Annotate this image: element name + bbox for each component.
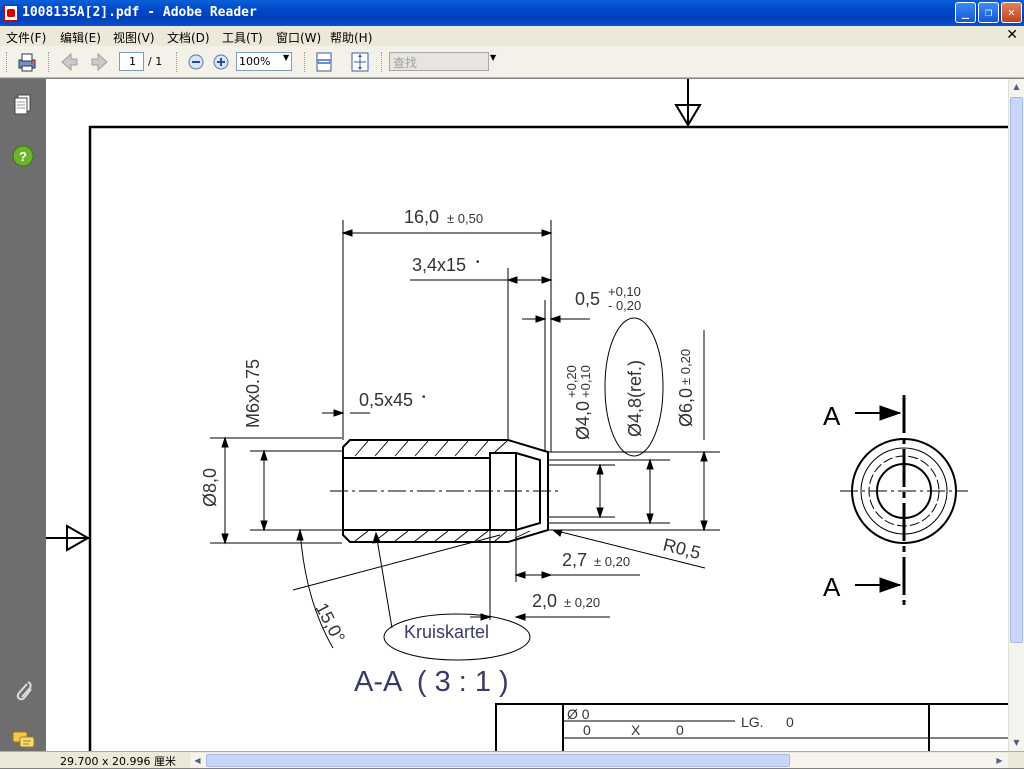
close-button[interactable]: ✕	[1001, 2, 1022, 23]
close-document-icon[interactable]: ✕	[1006, 27, 1018, 43]
dim-bore-tol-plus: +0,20	[564, 365, 579, 398]
titleblock-row-b: 0	[676, 722, 684, 738]
dim-depth2-tol: ± 0,20	[564, 595, 600, 610]
svg-text:?: ?	[19, 149, 27, 164]
dim-dia6: Ø6,0	[676, 388, 696, 427]
dim-angle: 15,0°	[311, 599, 348, 646]
note-knurl: Kruiskartel	[404, 622, 489, 642]
dim-depth1-tol: ± 0,20	[594, 554, 630, 569]
fit-page-icon[interactable]	[349, 51, 371, 73]
adobe-reader-icon	[4, 5, 18, 21]
menu-view[interactable]: 视图(V)	[113, 29, 155, 46]
dim-depth2: 2,0	[532, 591, 557, 611]
status-bar: 29.700 x 20.996 厘米 ◀ ▶	[0, 751, 1024, 768]
find-dropdown-icon[interactable]: ▼	[490, 53, 496, 62]
print-icon[interactable]	[16, 51, 38, 73]
dim-chamfer-top-deg: •	[476, 257, 480, 268]
dim-chamfer-top: 3,4x15	[412, 255, 466, 275]
dim-length: 16,0	[404, 207, 439, 227]
scroll-up-icon[interactable]: ▲	[1009, 79, 1024, 94]
part-section	[210, 220, 720, 661]
dim-groove-tol-minus: - 0,20	[608, 298, 641, 313]
previous-page-icon[interactable]	[58, 51, 80, 73]
vertical-scrollbar[interactable]: ▲ ▼	[1008, 79, 1024, 751]
titleblock-lg-label: LG.	[741, 714, 764, 730]
menu-window[interactable]: 窗口(W)	[276, 29, 321, 46]
next-page-icon[interactable]	[89, 51, 111, 73]
toolbar: 1 / 1 100% ▼ 查找 ▼	[0, 46, 1024, 78]
menu-edit[interactable]: 编辑(E)	[60, 29, 101, 46]
technical-drawing: 16,0 ± 0,50 3,4x15 • 0,5 +0,10 - 0,20 M6…	[46, 79, 1008, 751]
section-mark-top: A	[823, 401, 841, 431]
menu-tools[interactable]: 工具(T)	[222, 29, 263, 46]
scroll-left-icon[interactable]: ◀	[190, 753, 205, 768]
dim-groove-tol-plus: +0,10	[608, 284, 641, 299]
window-title: 1008135A[2].pdf - Adobe Reader	[22, 5, 257, 20]
zoom-dropdown-icon[interactable]: ▼	[283, 53, 289, 62]
find-input[interactable]: 查找	[389, 52, 489, 71]
section-title: A-A ( 3 : 1 )	[354, 666, 509, 698]
comments-icon[interactable]	[12, 729, 36, 751]
menu-bar: 文件(F) 编辑(E) 视图(V) 文档(D) 工具(T) 窗口(W) 帮助(H…	[0, 26, 1024, 46]
dim-bore: Ø4,0	[573, 401, 593, 440]
vertical-scroll-thumb[interactable]	[1010, 97, 1023, 643]
scroll-down-icon[interactable]: ▼	[1009, 735, 1024, 750]
end-view	[840, 395, 968, 605]
maximize-button[interactable]: ❐	[978, 2, 999, 23]
dim-groove: 0,5	[575, 289, 600, 309]
section-mark-bottom: A	[823, 572, 841, 602]
dim-bore-tol-minus: +0,10	[578, 365, 593, 398]
menu-document[interactable]: 文档(D)	[167, 29, 210, 46]
page-number-input[interactable]: 1	[119, 52, 144, 71]
zoom-in-icon[interactable]	[210, 51, 232, 73]
scroll-right-icon[interactable]: ▶	[992, 753, 1007, 768]
attachments-icon[interactable]	[12, 679, 34, 703]
titleblock-dia: Ø 0	[567, 706, 590, 722]
minimize-button[interactable]: _	[955, 2, 976, 23]
menu-help[interactable]: 帮助(H)	[330, 29, 372, 46]
dim-ref: Ø4,8(ref.)	[625, 360, 645, 437]
titleblock-row-x: X	[631, 722, 641, 738]
dim-dia6-tol: ± 0,20	[678, 349, 693, 385]
pages-icon[interactable]	[12, 93, 34, 117]
dim-chamfer-left-deg: •	[422, 392, 426, 403]
toolbar-grip	[6, 52, 8, 72]
dim-length-tol: ± 0,50	[447, 211, 483, 226]
fit-width-icon[interactable]	[313, 51, 335, 73]
dim-depth1: 2,7	[562, 550, 587, 570]
drawing-frame	[88, 125, 1008, 751]
dim-chamfer-left: 0,5x45	[359, 390, 413, 410]
horizontal-scroll-thumb[interactable]	[206, 754, 790, 767]
menu-file[interactable]: 文件(F)	[6, 29, 46, 46]
title-bar: 1008135A[2].pdf - Adobe Reader _ ❐ ✕	[0, 0, 1024, 26]
dim-od: Ø8,0	[200, 468, 220, 507]
page-total: / 1	[148, 55, 163, 68]
titleblock-lg-value: 0	[786, 714, 794, 730]
navigation-panel: ?	[0, 79, 46, 751]
page-size-label: 29.700 x 20.996 厘米	[60, 755, 176, 768]
titleblock-row-a: 0	[583, 722, 591, 738]
document-view[interactable]: 16,0 ± 0,50 3,4x15 • 0,5 +0,10 - 0,20 M6…	[46, 79, 1008, 751]
dim-thread: M6x0.75	[243, 359, 263, 428]
zoom-out-icon[interactable]	[185, 51, 207, 73]
help-icon[interactable]: ?	[12, 145, 34, 167]
horizontal-scrollbar[interactable]: ◀ ▶	[190, 753, 1008, 768]
